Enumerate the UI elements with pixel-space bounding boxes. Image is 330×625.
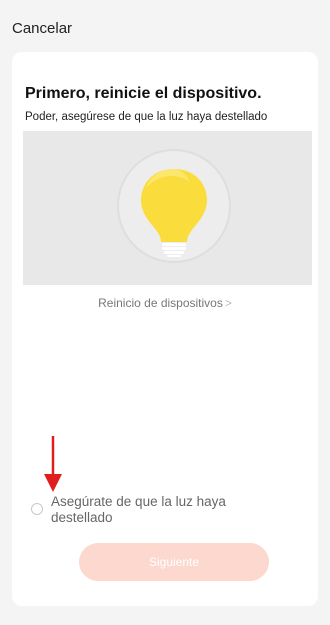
device-illustration — [23, 131, 312, 285]
instruction-subtitle: Poder, asegúrese de que la luz haya dest… — [25, 111, 268, 123]
lightbulb-icon — [141, 169, 207, 257]
device-reset-link-label: Reinicio de dispositivos — [98, 296, 223, 310]
next-button[interactable]: Siguiente — [79, 543, 269, 581]
confirm-label[interactable]: Asegúrate de que la luz haya destellado — [51, 494, 251, 526]
reset-instructions-card: Primero, reinicie el dispositivo. Poder,… — [12, 52, 318, 606]
cancel-button[interactable]: Cancelar — [12, 20, 72, 37]
red-arrow-annotation — [44, 436, 62, 492]
page-title: Primero, reinicie el dispositivo. — [25, 85, 262, 102]
chevron-right-icon: > — [224, 296, 232, 310]
bulb-circle — [117, 149, 231, 263]
device-reset-link[interactable]: Reinicio de dispositivos > — [12, 296, 318, 310]
confirm-radio[interactable] — [31, 503, 43, 515]
